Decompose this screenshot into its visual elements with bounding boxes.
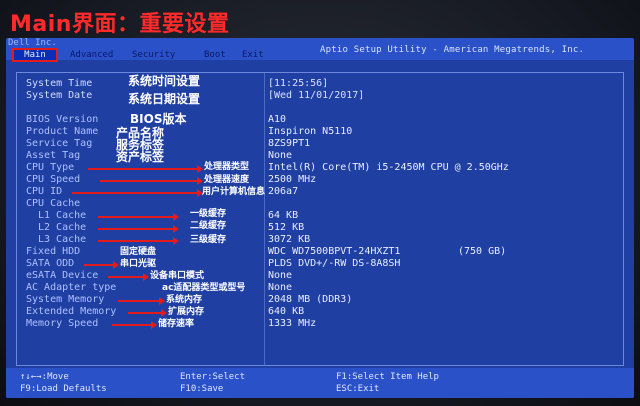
row-value-service-tag: 8ZS9PT1: [268, 138, 311, 149]
footer-exit: ESC:Exit: [336, 384, 380, 394]
row-value-system-memory: 2048 MB (DDR3): [268, 294, 353, 305]
row-value-l2-cache: 512 KB: [268, 222, 305, 233]
footer-save: F10:Save: [180, 384, 224, 394]
annotation-cpu-type: 处理器类型: [204, 162, 250, 172]
row-label-fixed-hdd: Fixed HDD: [26, 246, 81, 257]
row-value-l1-cache: 64 KB: [268, 210, 299, 221]
row-label-bios-version: BIOS Version: [26, 114, 99, 125]
row-value-memory-speed: 1333 MHz: [268, 318, 317, 329]
row-label-memory-speed: Memory Speed: [26, 318, 99, 329]
row-label-extended-memory: Extended Memory: [26, 306, 117, 317]
annotation-asset-tag: 资产标签: [116, 150, 165, 164]
footer-item-help: F1:Select Item Help: [336, 372, 439, 382]
tab-exit[interactable]: Exit: [242, 50, 264, 60]
row-value-hdd-size: (750 GB): [458, 246, 507, 257]
page-title: Main界面：重要设置: [10, 12, 230, 37]
bios-screen: Dell Inc. Aptio Setup Utility - American…: [6, 38, 634, 398]
row-value-bios-version: A10: [268, 114, 287, 125]
row-value-sata-odd: PLDS DVD+/-RW DS-8A8SH: [268, 258, 401, 269]
annotation-arrow: [112, 321, 157, 329]
main-highlight-box: [12, 48, 58, 62]
row-label-cpu-type: CPU Type: [26, 162, 75, 173]
annotation-l3-cache: 三级缓存: [190, 235, 227, 245]
annotation-arrow: [100, 177, 203, 185]
annotation-cpu-id: 用户计算机信息: [202, 187, 266, 197]
annotation-system-date: 系统日期设置: [128, 92, 201, 106]
footer-move: ↑↓←→:Move: [20, 372, 69, 382]
annotation-memory-speed: 储存速率: [158, 319, 195, 329]
annotation-arrow: [84, 261, 119, 269]
row-label-l2-cache: L2 Cache: [38, 222, 87, 233]
system-date-field[interactable]: [Wed 11/01/2017]: [268, 90, 364, 101]
annotation-arrow: [98, 225, 179, 233]
utility-title: Aptio Setup Utility - American Megatrend…: [320, 45, 585, 55]
row-label-l3-cache: L3 Cache: [38, 234, 87, 245]
annotation-l2-cache: 二级缓存: [190, 221, 227, 231]
tab-advanced[interactable]: Advanced: [70, 50, 113, 60]
row-value-esata-device: None: [268, 270, 293, 281]
row-label-ac-adapter: AC Adapter type: [26, 282, 117, 293]
row-label-cpu-cache: CPU Cache: [26, 198, 81, 209]
row-value-extended-memory: 640 KB: [268, 306, 305, 317]
row-value-cpu-speed: 2500 MHz: [268, 174, 317, 185]
row-label-system-memory: System Memory: [26, 294, 105, 305]
annotation-system-time: 系统时间设置: [128, 74, 201, 88]
row-label-esata-device: eSATA Device: [26, 270, 99, 281]
settings-panel: [16, 72, 624, 366]
tab-boot[interactable]: Boot: [204, 50, 226, 60]
row-label-service-tag: Service Tag: [26, 138, 93, 149]
annotation-arrow: [98, 237, 179, 245]
row-label-system-time: System Time: [26, 78, 93, 89]
annotation-arrow: [88, 165, 203, 173]
row-value-ac-adapter: None: [268, 282, 293, 293]
row-value-product-name: Inspiron N5110: [268, 126, 353, 137]
row-value-cpu-type: Intel(R) Core(TM) i5-2450M CPU @ 2.50GHz: [268, 162, 509, 173]
brand-text: Dell Inc.: [8, 38, 57, 48]
row-value-asset-tag: None: [268, 150, 293, 161]
annotation-arrow: [128, 309, 167, 317]
row-label-asset-tag: Asset Tag: [26, 150, 81, 161]
footer-select: Enter:Select: [180, 372, 246, 382]
panel-divider: [264, 72, 265, 366]
row-label-sata-odd: SATA ODD: [26, 258, 75, 269]
annotation-arrow: [98, 213, 179, 221]
row-label-product-name: Product Name: [26, 126, 99, 137]
annotation-arrow: [72, 189, 203, 197]
row-value-cpu-id: 206a7: [268, 186, 299, 197]
system-time-field[interactable]: [11:25:56]: [268, 78, 328, 89]
row-label-cpu-speed: CPU Speed: [26, 174, 81, 185]
annotation-arrow: [118, 297, 165, 305]
row-value-l3-cache: 3072 KB: [268, 234, 311, 245]
row-label-system-date: System Date: [26, 90, 93, 101]
annotation-arrow: [108, 273, 149, 281]
row-value-fixed-hdd: WDC WD7500BPVT-24HXZT1: [268, 246, 401, 257]
footer-load-defaults: F9:Load Defaults: [20, 384, 107, 394]
row-label-cpu-id: CPU ID: [26, 186, 63, 197]
tab-security[interactable]: Security: [132, 50, 175, 60]
row-label-l1-cache: L1 Cache: [38, 210, 87, 221]
